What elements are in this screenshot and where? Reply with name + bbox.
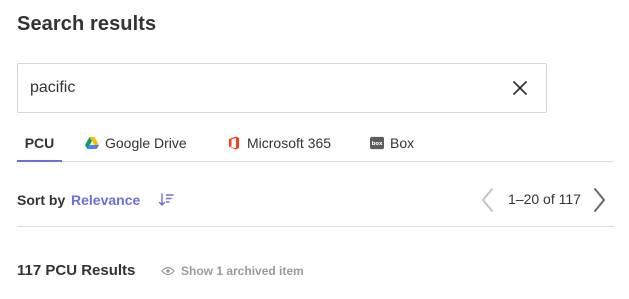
tab-label: Microsoft 365 bbox=[247, 135, 332, 151]
archived-label: Show 1 archived item bbox=[181, 264, 304, 278]
tab-pcu[interactable]: PCU bbox=[17, 128, 62, 162]
sort-label: Sort by bbox=[17, 192, 66, 208]
search-box bbox=[17, 63, 547, 113]
google-drive-icon bbox=[85, 136, 99, 150]
microsoft-365-icon bbox=[227, 136, 241, 150]
clear-search-button[interactable] bbox=[508, 76, 532, 100]
search-input[interactable] bbox=[30, 64, 500, 112]
tab-label: Google Drive bbox=[105, 135, 187, 151]
page-title: Search results bbox=[17, 13, 157, 35]
sort-bar: Sort by Relevance 1–20 of 117 bbox=[17, 180, 614, 220]
previous-page-button[interactable] bbox=[479, 186, 497, 214]
chevron-right-icon bbox=[594, 188, 605, 212]
box-icon: box bbox=[370, 136, 384, 150]
sort-dropdown[interactable]: Relevance bbox=[71, 192, 140, 208]
tab-label: Box bbox=[390, 135, 415, 151]
tab-box[interactable]: box Box bbox=[370, 128, 414, 161]
source-tabs: PCU Google Drive Microsoft 365 box Box bbox=[17, 128, 614, 162]
next-page-button[interactable] bbox=[590, 186, 608, 214]
pagination-range: 1–20 of 117 bbox=[508, 191, 581, 207]
eye-icon bbox=[161, 266, 175, 276]
svg-text:box: box bbox=[372, 141, 383, 147]
divider bbox=[17, 226, 614, 227]
tab-label: PCU bbox=[24, 135, 55, 151]
results-count: 117 PCU Results bbox=[17, 262, 136, 279]
show-archived-link[interactable]: Show 1 archived item bbox=[161, 264, 304, 278]
tab-google-drive[interactable]: Google Drive bbox=[85, 128, 187, 161]
close-icon bbox=[513, 81, 527, 95]
chevron-left-icon bbox=[482, 188, 493, 212]
sort-descending-icon[interactable] bbox=[158, 192, 174, 208]
tab-microsoft-365[interactable]: Microsoft 365 bbox=[227, 128, 331, 161]
